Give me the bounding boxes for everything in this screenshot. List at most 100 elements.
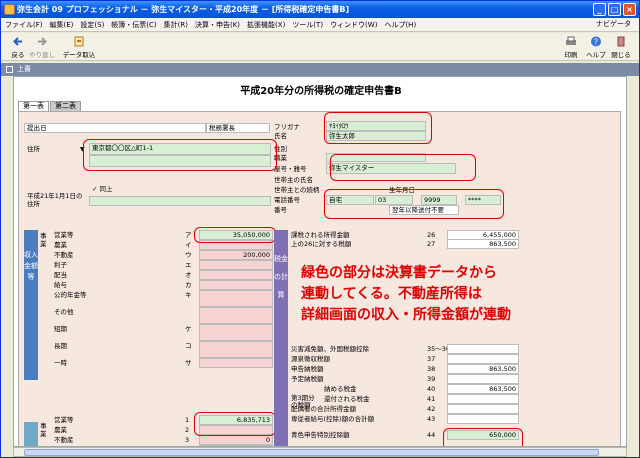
sheet-tabs: 第一表 第二表 xyxy=(18,101,81,111)
annotation-box-blue xyxy=(443,428,523,446)
income-row-value[interactable]: 200,000 xyxy=(199,250,273,260)
menu-books[interactable]: 帳簿・伝票(C) xyxy=(111,20,156,30)
income-row-value[interactable] xyxy=(199,307,273,324)
tax-row-value[interactable] xyxy=(447,414,519,424)
phone-label: 電話番号 xyxy=(274,196,300,204)
menu-help[interactable]: ヘルプ(H) xyxy=(384,20,416,30)
tax-row-value[interactable]: 863,500 xyxy=(447,364,519,374)
income-row-label: 利子 xyxy=(54,261,67,269)
tax-row-value[interactable] xyxy=(447,404,519,414)
overwrite-label: 上書 xyxy=(17,65,31,73)
import-icon xyxy=(74,36,84,47)
tax-row-label: 還付される税金 xyxy=(324,395,370,403)
income-row-code: ウ xyxy=(185,251,192,259)
shotoku-row-code: 2 xyxy=(185,426,190,434)
annotation-box-income xyxy=(194,412,276,436)
tax-row-label: 青色申告特別控除額 xyxy=(291,431,350,439)
income-row-value[interactable] xyxy=(199,270,273,280)
app-window: 弥生会計 09 プロフェッショナル － 弥生マイスター・平成20年度 － [所得… xyxy=(0,0,640,458)
printer-icon xyxy=(566,36,576,45)
menu-edit[interactable]: 編集(E) xyxy=(50,20,74,30)
income-row-label: 公的年金等 xyxy=(54,291,87,299)
menu-window[interactable]: ウィンドウ(W) xyxy=(330,20,377,30)
tax-row-label: 課税される所得金額 xyxy=(291,231,350,239)
shotoku-row-value[interactable]: 0 xyxy=(199,435,273,445)
tax-row-label: 納める税金 xyxy=(324,385,357,393)
householder-label: 世帯主の氏名 xyxy=(274,176,313,184)
tab-sheet-2[interactable]: 第二表 xyxy=(50,101,81,111)
income-row-value[interactable] xyxy=(199,290,273,307)
income-row-code: エ xyxy=(185,261,192,269)
tax-row-value[interactable]: 863,500 xyxy=(447,239,519,249)
close-window-button[interactable]: × xyxy=(623,3,636,16)
income-row-code: コ xyxy=(185,342,192,350)
horizontal-scrollbar[interactable] xyxy=(13,447,627,457)
navigator-button[interactable]: ナビゲータ xyxy=(596,19,631,29)
minimize-button[interactable]: _ xyxy=(593,3,606,16)
same-as-above-check[interactable]: ✓ 同上 xyxy=(92,185,113,194)
tax-row-code: 40 xyxy=(427,385,436,393)
shotoku-section-label xyxy=(24,422,38,446)
scrollbar-thumb[interactable] xyxy=(24,449,599,456)
window-title: 弥生会計 09 プロフェッショナル － 弥生マイスター・平成20年度 － [所得… xyxy=(17,5,350,14)
income-row-value[interactable] xyxy=(199,358,273,368)
annotation-line-3: 詳細画面の収入・所得金額が連動 xyxy=(301,307,511,323)
tax-calc-section-label: 税金の計算 xyxy=(274,230,288,446)
tax-row-code: 37 xyxy=(427,355,436,363)
import-button[interactable]: データ取込 xyxy=(61,36,97,59)
householder-relation-label: 世帯主との続柄 xyxy=(274,186,320,194)
shotoku-row-code: 1 xyxy=(185,416,190,424)
close-label: 閉じる xyxy=(611,51,631,59)
number-label: 番号 xyxy=(274,206,287,214)
tax-row-code: 26 xyxy=(427,231,436,239)
tax-row-label: 災害減免額、外国税額控除 xyxy=(291,345,369,353)
redo-button[interactable]: やり直し xyxy=(27,36,57,59)
tax-row-value[interactable]: 863,500 xyxy=(447,384,519,394)
menu-extensions[interactable]: 拡張機能(X) xyxy=(247,20,285,30)
tax-row-label: 専従者給与(控除)額の合計額 xyxy=(291,415,375,423)
tax-row-value[interactable] xyxy=(447,344,519,354)
income-row-code: ケ xyxy=(185,325,192,333)
income-row-label: 不動産 xyxy=(54,251,74,259)
income-row-code: イ xyxy=(185,241,192,249)
income-row-code: キ xyxy=(185,291,192,299)
menu-tools[interactable]: ツール(T) xyxy=(292,20,323,30)
tax-row-label: 申告納税額 xyxy=(291,365,324,373)
income-row-label: 配当 xyxy=(54,271,67,279)
tax-row-code: 38 xyxy=(427,365,436,373)
income-row-value[interactable] xyxy=(199,260,273,270)
overwrite-bar: 上書 xyxy=(1,63,639,76)
income-row-code: オ xyxy=(185,271,192,279)
menu-file[interactable]: ファイル(F) xyxy=(5,20,43,30)
tax-row-value[interactable] xyxy=(447,394,519,404)
shotoku-row-label: 営業等 xyxy=(54,416,74,424)
income-row-value[interactable] xyxy=(199,341,273,358)
maximize-button[interactable]: □ xyxy=(608,3,621,16)
menu-settings[interactable]: 設定(S) xyxy=(80,20,104,30)
income-row-value[interactable] xyxy=(199,324,273,341)
income-row-value[interactable] xyxy=(199,280,273,290)
income-row-code: カ xyxy=(185,281,192,289)
income-row-label: 農業 xyxy=(54,241,67,249)
menu-bar: ファイル(F) 編集(E) 設定(S) 帳簿・伝票(C) 集計(R) 決算・申告… xyxy=(1,18,639,32)
title-bar: 弥生会計 09 プロフェッショナル － 弥生マイスター・平成20年度 － [所得… xyxy=(1,1,639,18)
income-row-label: 一時 xyxy=(54,359,67,367)
address-label: 住所 xyxy=(27,145,40,153)
income-row-label: 短期 xyxy=(54,325,67,333)
tax-row-code: 41 xyxy=(427,395,436,403)
income-row-label: 長期 xyxy=(54,342,67,350)
annotation-box-name xyxy=(324,112,432,144)
tax-row-value[interactable] xyxy=(447,374,519,384)
tax-row-label: 上の26に対する税額 xyxy=(291,240,352,248)
menu-summary[interactable]: 集計(R) xyxy=(164,20,188,30)
income-row-code: サ xyxy=(185,359,192,367)
tab-sheet-1[interactable]: 第一表 xyxy=(18,101,49,111)
prev-address-field[interactable] xyxy=(89,196,271,206)
close-button[interactable]: 閉じる xyxy=(606,36,636,59)
tax-row-code: 39 xyxy=(427,375,436,383)
menu-closing[interactable]: 決算・申告(K) xyxy=(195,20,240,30)
tax-row-value[interactable] xyxy=(447,354,519,364)
print-label: 印刷 xyxy=(564,51,578,59)
income-row-code: ア xyxy=(185,231,192,239)
annotation-box-phone xyxy=(324,189,504,219)
